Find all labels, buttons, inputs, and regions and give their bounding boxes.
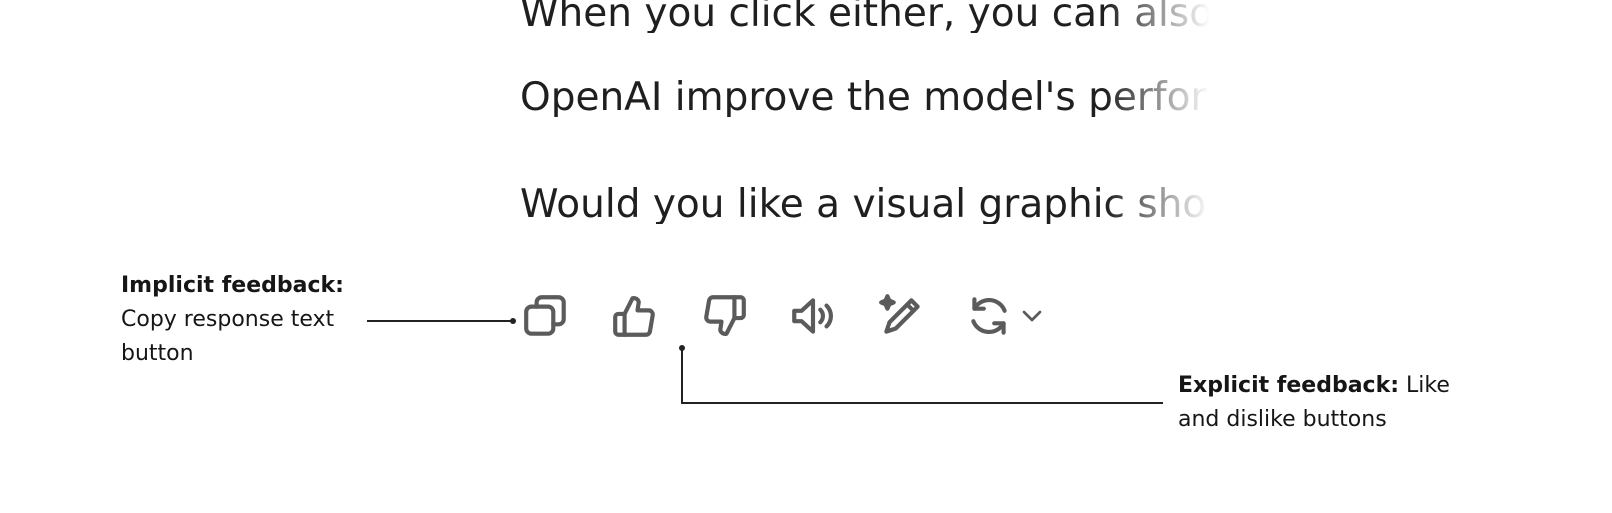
implicit-leader-line <box>367 320 513 322</box>
speaker-icon <box>792 298 833 334</box>
implicit-feedback-annotation: Implicit feedback: Copy response text bu… <box>121 269 366 371</box>
like-button[interactable] <box>607 287 663 345</box>
response-line: Would you like a visual graphic showing <box>520 185 1220 224</box>
thumbs-up-icon <box>613 296 655 337</box>
annotation-title: Implicit feedback: <box>121 273 344 298</box>
annotation-body: Copy response text button <box>121 307 335 366</box>
copy-icon <box>524 295 566 336</box>
response-line: OpenAI improve the model's performance. <box>520 78 1220 117</box>
thumbs-down-icon <box>704 295 746 336</box>
regenerate-icon <box>971 297 1007 335</box>
response-line: When you click either, you can also give <box>520 0 1220 33</box>
explicit-leader-line <box>681 348 683 403</box>
implicit-leader-dot <box>510 318 516 324</box>
copy-button[interactable] <box>518 287 574 345</box>
dislike-button[interactable] <box>696 287 752 345</box>
chevron-down-icon <box>1022 310 1042 322</box>
edit-button[interactable] <box>874 287 930 345</box>
read-aloud-button[interactable] <box>785 287 841 345</box>
annotation-title: Explicit feedback: <box>1178 373 1400 398</box>
explicit-leader-line <box>681 402 1163 404</box>
sparkle-edit-icon <box>879 294 920 334</box>
regenerate-button[interactable] <box>964 287 1056 345</box>
explicit-feedback-annotation: Explicit feedback: Like and dislike butt… <box>1178 369 1478 437</box>
